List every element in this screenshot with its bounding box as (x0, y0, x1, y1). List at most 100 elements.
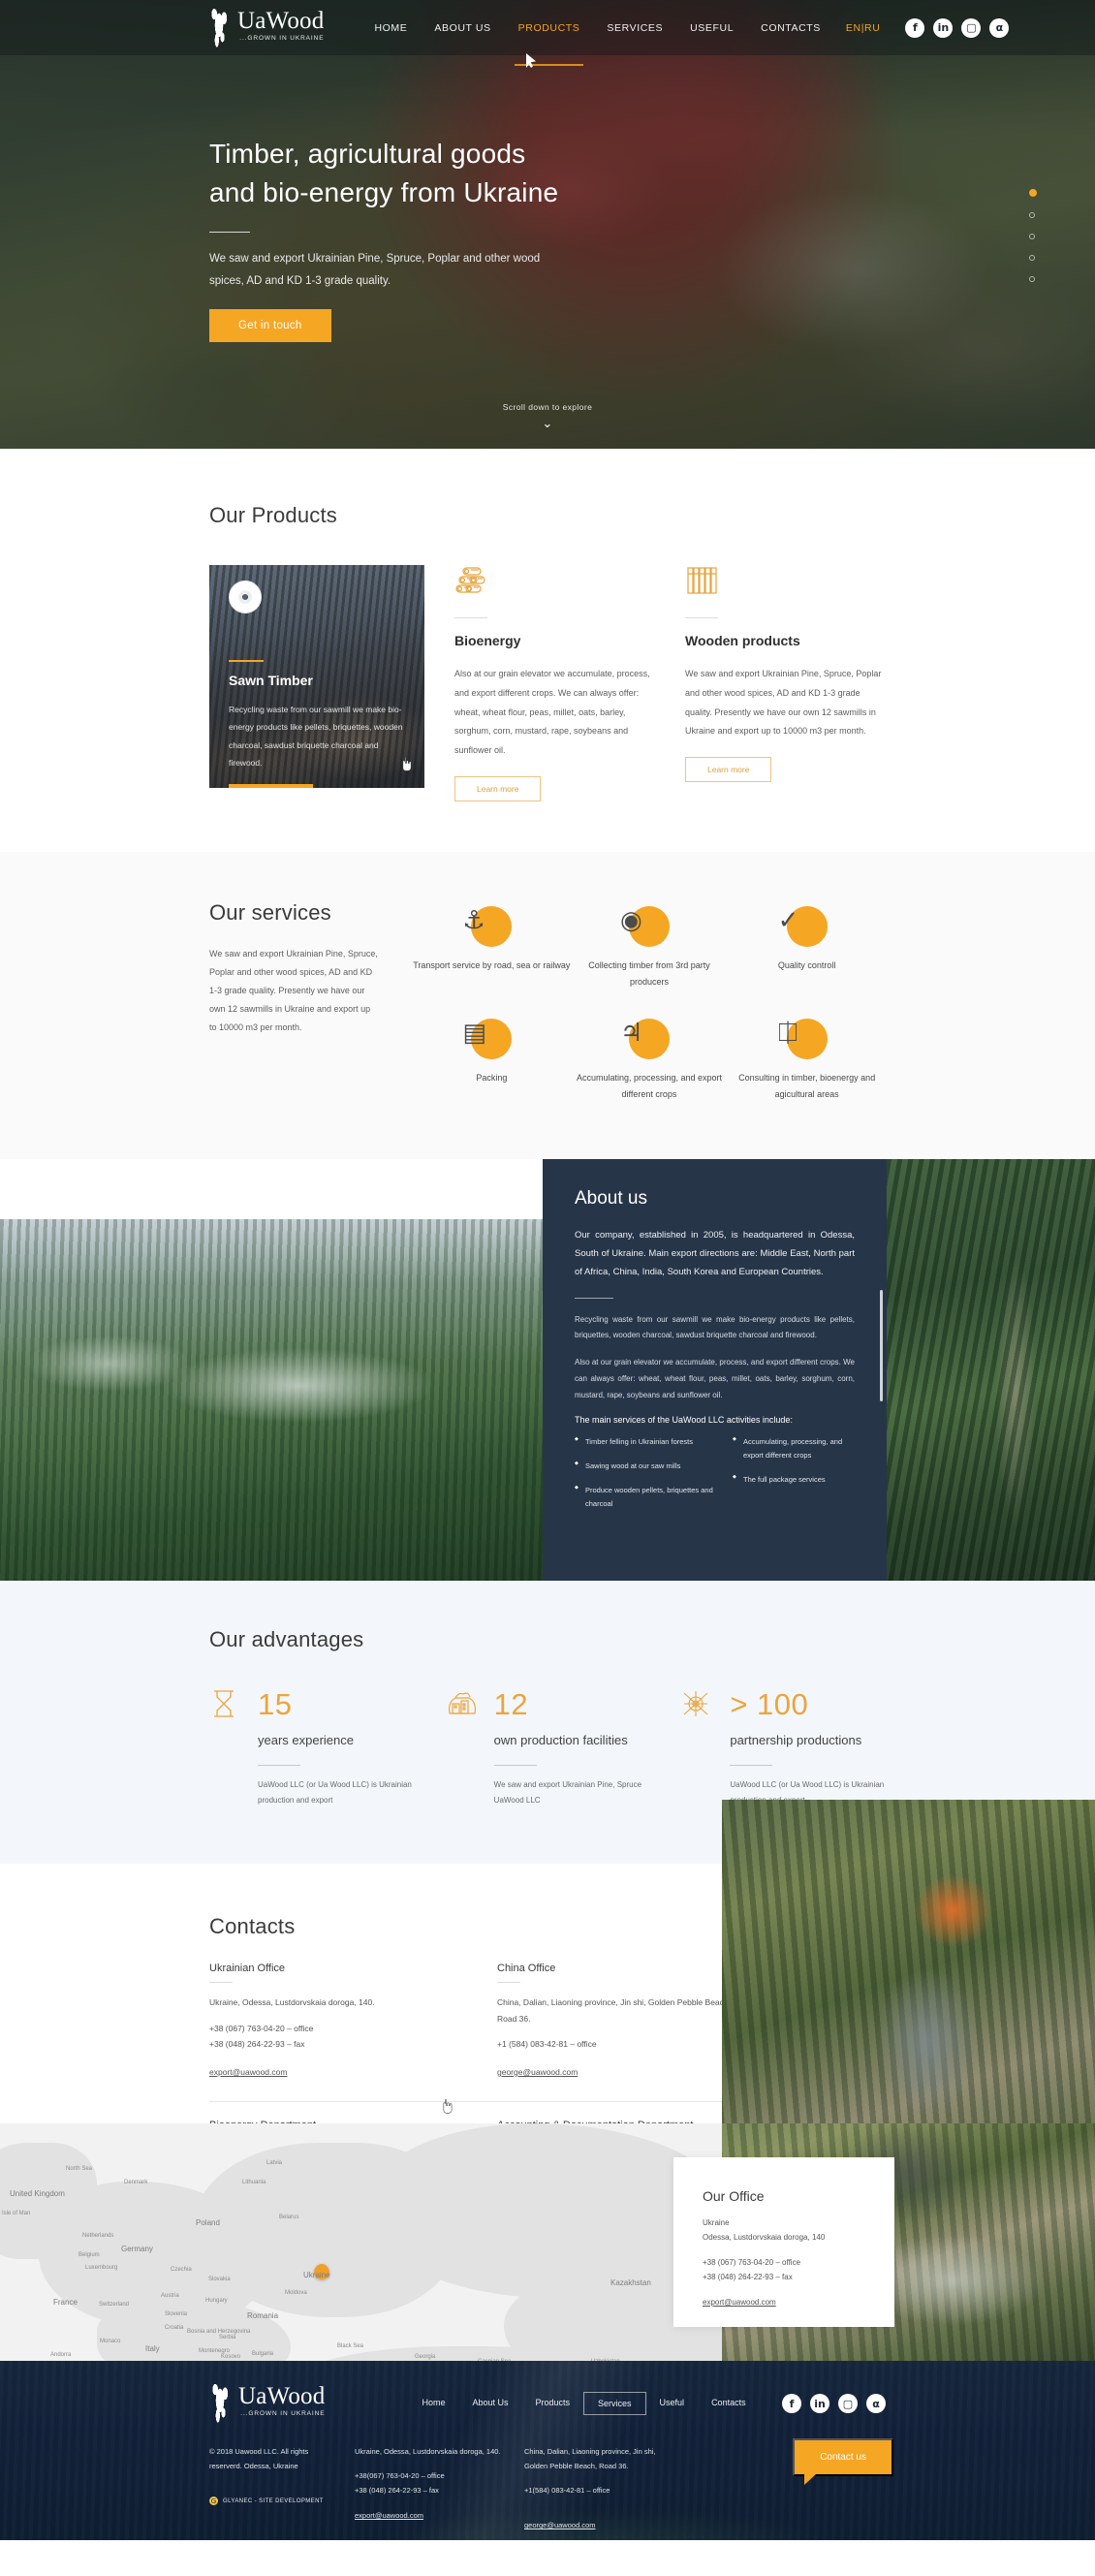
map-label: Bulgaria (252, 2351, 274, 2358)
map-label: Ukraine (303, 2271, 330, 2280)
about-list-right: Accumulating, processing, and export dif… (733, 1435, 855, 1523)
map-label: Andorra (50, 2352, 72, 2359)
facebook-icon[interactable]: f (782, 2394, 801, 2414)
footer-nav-home[interactable]: Home (408, 2392, 458, 2415)
footer-nav-products[interactable]: Products (522, 2392, 584, 2415)
map-label: Czechia (171, 2267, 192, 2274)
nav-item-contacts[interactable]: CONTACTS (747, 3, 834, 53)
service-label: Accumulating, processing, and export dif… (576, 1073, 723, 1099)
contact-office-china: China Office China, Dalian, Liaoning pro… (497, 1963, 736, 2080)
tree-logo-icon (209, 2382, 231, 2424)
site-logo[interactable]: UaWood ...GROWN IN UKRAINE (208, 6, 325, 47)
logs-icon: ◉ (620, 905, 670, 947)
footer-ua-email-link[interactable]: export@uawood.com (355, 2511, 423, 2520)
map-canvas[interactable]: North Sea United Kingdom Isle of Man Denmar… (0, 2123, 756, 2362)
service-item-collecting-timber[interactable]: ◉ Collecting timber from 3rd party produ… (571, 905, 729, 990)
linkedin-icon[interactable]: in (933, 17, 954, 38)
product-card-sawn-timber[interactable]: Sawn Timber Recycling waste from our saw… (209, 565, 424, 801)
footer-ukraine-contacts: Ukraine, Odessa, Lustdorvskaia doroga, 1… (355, 2444, 524, 2532)
footer-nav-contacts[interactable]: Contacts (698, 2392, 760, 2415)
list-item: Sawing wood at our saw mills (575, 1460, 717, 1473)
linkedin-icon[interactable]: in (810, 2394, 829, 2414)
instagram-icon[interactable]: ▢ (838, 2394, 858, 2414)
slider-dot-1[interactable] (1029, 189, 1037, 197)
slider-dot-4[interactable] (1029, 255, 1035, 261)
service-item-quality-control[interactable]: ✓ Quality controll (728, 905, 886, 990)
glyanec-logo-icon: G (209, 2497, 218, 2506)
office-email-link[interactable]: george@uawood.com (497, 2067, 578, 2077)
map-label: Germany (121, 2245, 153, 2254)
office-divider (209, 1982, 233, 1984)
map-label: Poland (196, 2218, 220, 2228)
service-item-transport[interactable]: ⚓ Transport service by road, sea or rail… (413, 905, 571, 990)
learn-more-button[interactable]: Learn more (229, 784, 314, 788)
hero-section: UaWood ...GROWN IN UKRAINE HOME ABOUT US… (0, 0, 1095, 449)
products-grid: Sawn Timber Recycling waste from our saw… (209, 565, 886, 801)
map-label: Luxembourg (85, 2265, 118, 2272)
advantages-grid: 15 years experience UaWood LLC (or Ua Wo… (209, 1687, 886, 1808)
footer-nav-useful[interactable]: Useful (646, 2392, 699, 2415)
about-paragraph-2: Also at our grain elevator we accumulate… (575, 1358, 855, 1399)
service-item-packing[interactable]: ▤ Packing (413, 1019, 571, 1102)
footer-top-row: UaWood ...GROWN IN UKRAINE Home About Us… (209, 2382, 886, 2424)
product-name: Sawn Timber (229, 673, 313, 688)
language-switcher[interactable]: EN|RU (834, 3, 892, 53)
services-section: Our services We saw and export Ukrainian… (0, 851, 1095, 1159)
map-label: Slovenia (165, 2311, 188, 2318)
slider-dot-3[interactable] (1029, 234, 1035, 239)
advantage-label: partnership productions (730, 1730, 886, 1750)
alibaba-icon[interactable]: α (989, 17, 1010, 38)
office-info-card: Our Office Ukraine Odessa, Lustdorvskaia… (673, 2157, 894, 2328)
map-section[interactable]: North Sea United Kingdom Isle of Man Denmar… (0, 2123, 1095, 2362)
nav-item-services[interactable]: SERVICES (593, 3, 676, 53)
slider-dot-2[interactable] (1029, 212, 1035, 218)
instagram-icon[interactable]: ▢ (961, 17, 982, 38)
main-navigation: UaWood ...GROWN IN UKRAINE HOME ABOUT US… (0, 0, 1095, 66)
about-scrollbar[interactable] (880, 1289, 883, 1401)
office-address: Ukraine, Odessa, Lustdorvskaia doroga, 1… (209, 1997, 375, 2008)
map-label: Moldova (285, 2290, 307, 2297)
products-section: Our Products Sawn Timber Recycling waste… (0, 449, 1095, 852)
product-description: Also at our grain elevator we accumulate… (454, 669, 650, 756)
list-item: Accumulating, processing, and export dif… (733, 1435, 855, 1463)
about-photo-left (0, 1218, 543, 1581)
map-label: Romania (247, 2311, 279, 2321)
product-divider (454, 617, 487, 618)
footer-nav-services[interactable]: Services (583, 2392, 646, 2416)
footer-cn-email-link[interactable]: george@uawood.com (524, 2521, 596, 2529)
footer-logo[interactable]: UaWood ...GROWN IN UKRAINE (209, 2382, 325, 2424)
learn-more-button[interactable]: Learn more (454, 775, 542, 801)
advantage-partnership-productions: > 100 partnership productions UaWood LLC… (681, 1687, 886, 1808)
alibaba-icon[interactable]: α (866, 2394, 886, 2414)
product-card-wooden-products[interactable]: Wooden products We saw and export Ukrain… (685, 565, 886, 801)
nav-item-products[interactable]: PRODUCTS (505, 3, 594, 66)
office-card-email-link[interactable]: export@uawood.com (703, 2298, 776, 2307)
hourglass-icon (209, 1688, 242, 1721)
nav-item-useful[interactable]: USEFUL (676, 3, 747, 53)
service-item-crops[interactable]: ♃ Accumulating, processing, and export d… (571, 1019, 729, 1102)
contact-us-button[interactable]: Contact us (793, 2438, 893, 2486)
learn-more-button[interactable]: Learn more (685, 757, 772, 783)
map-label: Switzerland (99, 2302, 130, 2309)
about-title: About us (575, 1187, 647, 1209)
slider-dot-5[interactable] (1029, 276, 1035, 282)
footer-ua-address: Ukraine, Odessa, Lustdorvskaia doroga, 1… (355, 2447, 501, 2457)
scroll-down-hint[interactable]: Scroll down to explore ⌄ (0, 402, 1095, 431)
footer-ua-fax: +38 (048) 264-22-93 – fax (355, 2486, 439, 2496)
nav-item-home[interactable]: HOME (360, 3, 421, 53)
product-card-featured-image: Sawn Timber Recycling waste from our saw… (209, 565, 424, 788)
logo-name: UaWood (237, 7, 325, 34)
map-label: Croatia (165, 2325, 184, 2332)
nav-item-about-us[interactable]: ABOUT US (421, 3, 504, 53)
product-card-bioenergy[interactable]: Bioenergy Also at our grain elevator we … (454, 565, 655, 801)
office-name: China Office (497, 1963, 556, 1975)
office-email-link[interactable]: export@uawood.com (209, 2067, 287, 2077)
service-item-consulting[interactable]: ⎅ Consulting in timber, bioenergy and ag… (728, 1019, 886, 1102)
advantages-title: Our advantages (209, 1626, 364, 1651)
get-in-touch-button[interactable]: Get in touch (209, 308, 331, 342)
hero-slider-dots (1029, 189, 1037, 298)
facebook-icon[interactable]: f (905, 17, 925, 38)
advantage-number: 12 (493, 1686, 529, 1721)
developer-credit[interactable]: G GLYANEC - SITE DEVELOPMENT (209, 2497, 355, 2506)
footer-nav-about-us[interactable]: About Us (458, 2392, 521, 2415)
